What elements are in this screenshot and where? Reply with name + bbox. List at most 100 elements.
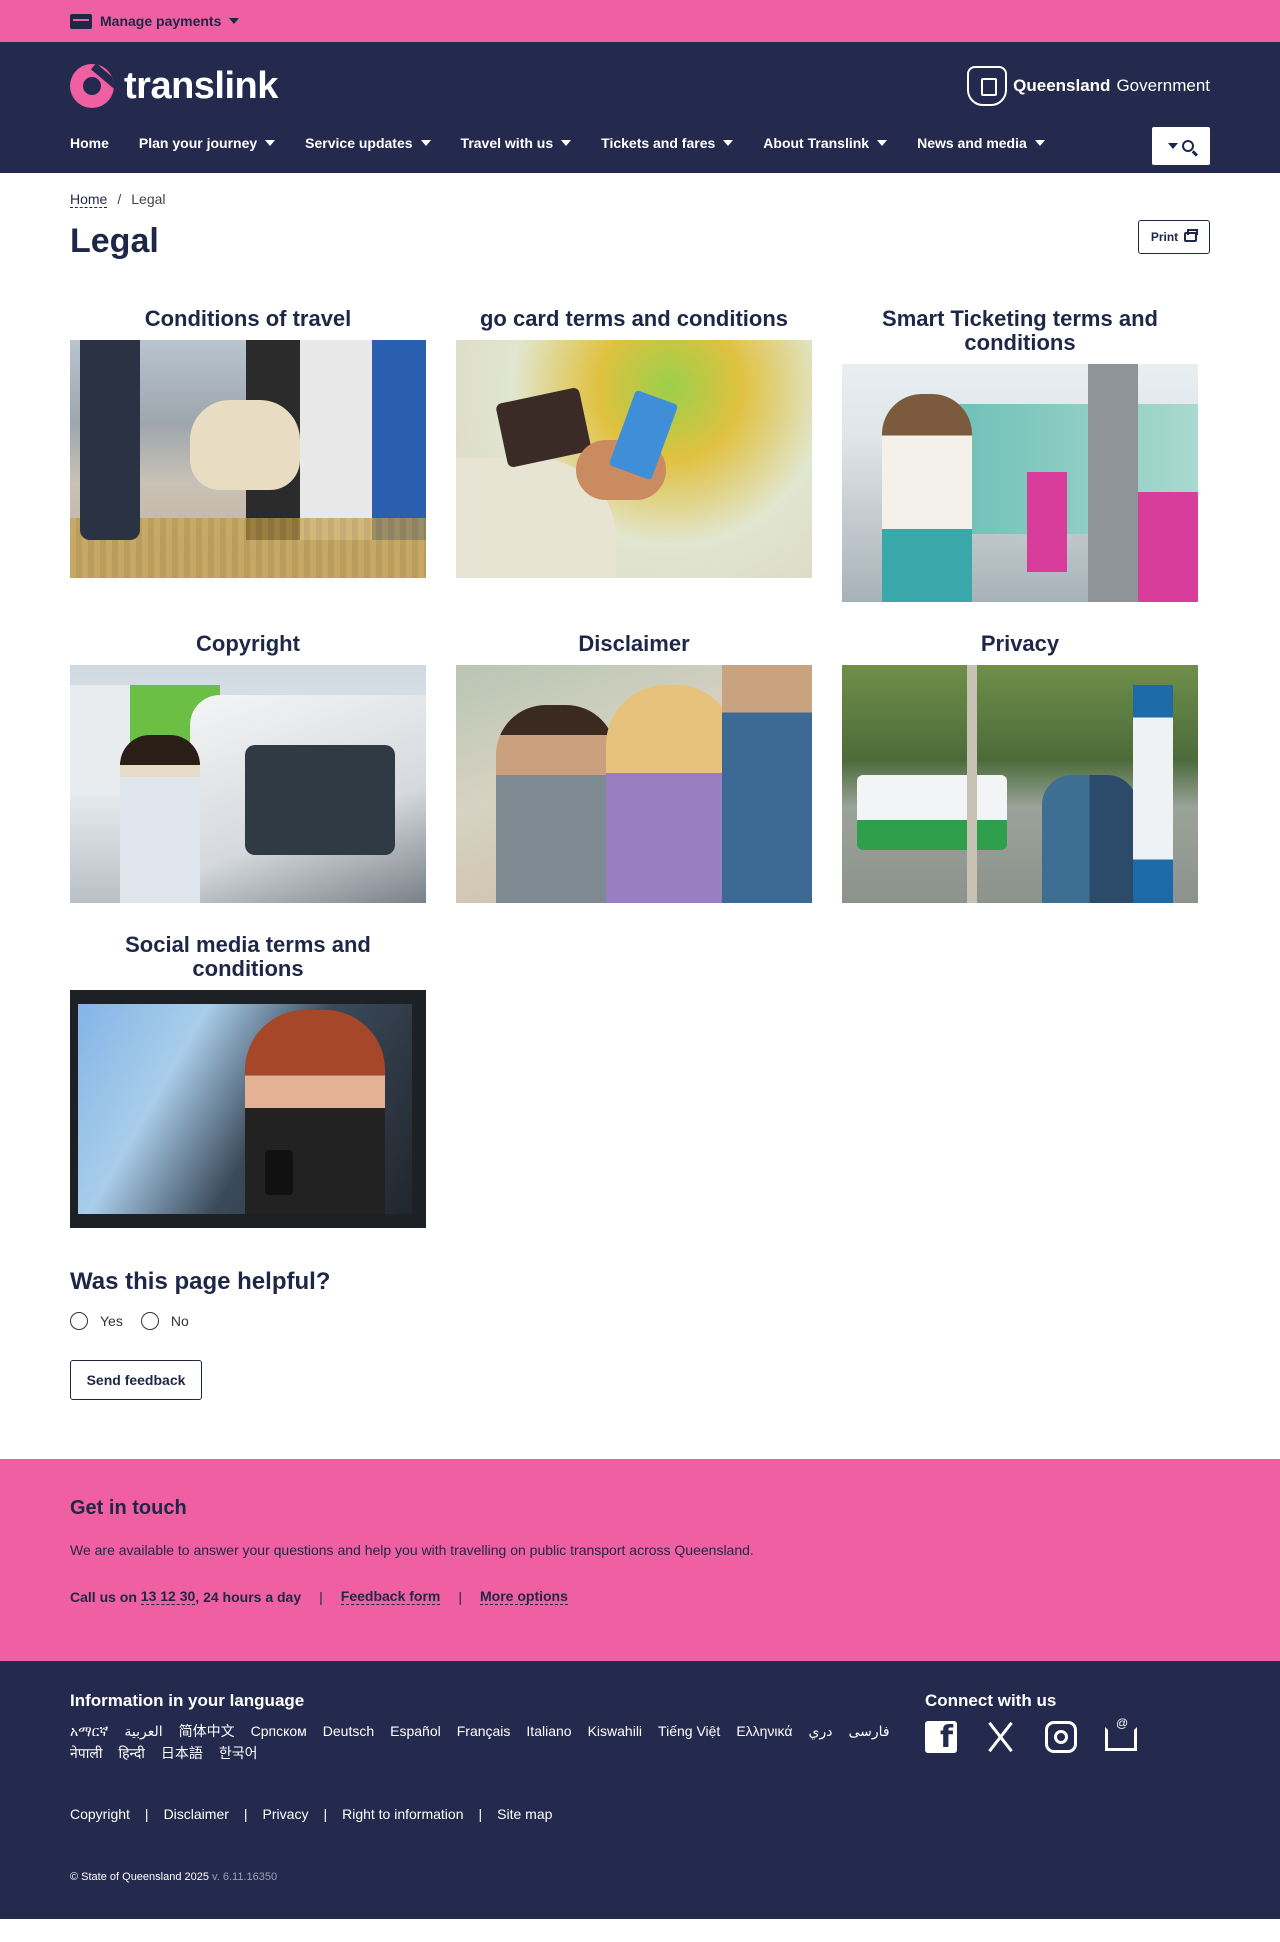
lang-link[interactable]: Deutsch (323, 1721, 374, 1741)
page-header: Legal Print (70, 218, 1210, 280)
footer-link-disclaimer[interactable]: Disclaimer (164, 1806, 229, 1822)
breadcrumb-current: Legal (131, 191, 166, 207)
tile-title: Smart Ticketing terms and conditions (882, 306, 1158, 355)
lang-link[interactable]: नेपाली (70, 1743, 102, 1763)
tile-title: Conditions of travel (144, 306, 352, 331)
chevron-down-icon (265, 140, 276, 146)
lang-link[interactable]: 日本語 (161, 1743, 203, 1763)
lang-link[interactable]: Kiswahili (588, 1721, 642, 1741)
tile-title: Disclaimer (578, 631, 690, 656)
lang-link[interactable]: हिन्दी (118, 1743, 144, 1763)
chevron-down-icon (1034, 140, 1045, 146)
lang-link[interactable]: Italiano (526, 1721, 571, 1741)
lang-link[interactable]: አማርኛ (70, 1721, 108, 1741)
tile-title: go card terms and conditions (479, 306, 789, 331)
page-title: Legal (70, 222, 159, 260)
woman-at-car-image (70, 665, 426, 903)
print-button[interactable]: Print (1138, 220, 1210, 254)
nav-travel-with-us[interactable]: Travel with us (461, 135, 572, 151)
nav-plan-label: Plan your journey (138, 135, 258, 151)
phone-link[interactable]: 13 12 30 (140, 1588, 196, 1605)
yes-radio[interactable] (70, 1312, 88, 1330)
print-label: Print (1150, 230, 1179, 244)
separator: | (323, 1806, 328, 1822)
tile-disclaimer[interactable]: Disclaimer (456, 632, 812, 903)
feedback-form-link[interactable]: Feedback form (340, 1588, 441, 1605)
lang-link[interactable]: Tiếng Việt (658, 1721, 720, 1741)
search-icon (1182, 140, 1194, 152)
language-heading: Information in your language (70, 1691, 305, 1710)
lang-link[interactable]: العربية (124, 1721, 162, 1741)
get-in-touch-text: We are available to answer your question… (70, 1542, 754, 1558)
manage-payments-button[interactable]: Manage payments (70, 13, 240, 29)
tile-go-card-terms[interactable]: go card terms and conditions (456, 307, 812, 602)
friends-smiling-image (456, 665, 812, 903)
facebook-icon[interactable] (925, 1720, 957, 1755)
x-twitter-icon[interactable] (985, 1721, 1017, 1753)
lang-link[interactable]: Español (390, 1721, 441, 1741)
nav-travel-label: Travel with us (460, 135, 554, 151)
nav-news-and-media[interactable]: News and media (917, 135, 1045, 151)
tile-copyright[interactable]: Copyright (70, 632, 426, 903)
send-feedback-button[interactable]: Send feedback (70, 1360, 202, 1400)
nav-tickets-and-fares[interactable]: Tickets and fares (601, 135, 734, 151)
nav-home[interactable]: Home (70, 135, 109, 151)
instagram-icon[interactable] (1045, 1721, 1077, 1753)
lang-link[interactable]: Français (457, 1721, 511, 1741)
lang-link[interactable]: Ελληνικά (736, 1721, 792, 1741)
separator: | (243, 1806, 248, 1822)
separator: | (458, 1588, 462, 1605)
no-radio[interactable] (140, 1312, 159, 1330)
feedback-options: Yes No (70, 1312, 1210, 1330)
call-prefix: Call us on (70, 1588, 137, 1605)
nav-home-label: Home (70, 135, 109, 151)
lang-link[interactable]: 简体中文 (179, 1721, 235, 1741)
breadcrumb: Home / Legal (70, 173, 1210, 208)
logo-text: translink (124, 64, 278, 107)
nav-plan-your-journey[interactable]: Plan your journey (138, 135, 276, 151)
legal-tiles: Conditions of travel go card terms and c… (70, 307, 1210, 1258)
tile-smart-ticketing-terms[interactable]: Smart Ticketing terms and conditions (842, 307, 1198, 602)
more-options-link[interactable]: More options (480, 1588, 568, 1605)
chevron-down-icon (723, 140, 734, 146)
nav-about-label: About Translink (763, 135, 870, 151)
site-footer: Information in your language አማርኛ العربي… (0, 1661, 1280, 1919)
separator: | (319, 1588, 323, 1605)
connect-heading: Connect with us (925, 1691, 1057, 1710)
yes-label[interactable]: Yes (100, 1313, 123, 1329)
site-header: translink Queensland Government Home Pla… (0, 42, 1280, 173)
tile-conditions-of-travel[interactable]: Conditions of travel (70, 307, 426, 602)
chevron-down-icon (229, 18, 240, 24)
lang-link[interactable]: 한국어 (219, 1743, 258, 1763)
main-nav: Home Plan your journey Service updates T… (70, 135, 1075, 151)
guide-dog-boarding-bus-image (70, 340, 426, 578)
queensland-government-logo[interactable]: Queensland Government (967, 66, 1210, 106)
lang-link[interactable]: دري (808, 1721, 832, 1741)
footer-link-privacy[interactable]: Privacy (263, 1806, 309, 1822)
breadcrumb-home-link[interactable]: Home (70, 191, 108, 208)
get-in-touch-section: Get in touch We are available to answer … (0, 1459, 1280, 1661)
lang-link[interactable]: Српском (251, 1721, 307, 1741)
nav-service-updates[interactable]: Service updates (305, 135, 431, 151)
search-button[interactable] (1152, 127, 1210, 165)
footer-link-copyright[interactable]: Copyright (70, 1806, 130, 1822)
call-suffix: , 24 hours a day (195, 1588, 302, 1605)
email-newsletter-icon[interactable] (1105, 1716, 1137, 1751)
coat-of-arms-icon (967, 66, 1008, 106)
chevron-down-icon (420, 140, 431, 146)
credit-card-icon (70, 13, 92, 29)
footer-link-site-map[interactable]: Site map (497, 1806, 552, 1822)
lang-link[interactable]: فارسی (848, 1721, 889, 1741)
no-label[interactable]: No (171, 1313, 189, 1329)
nav-about-translink[interactable]: About Translink (763, 135, 888, 151)
translink-logo[interactable]: translink (70, 64, 278, 108)
tile-privacy[interactable]: Privacy (842, 632, 1198, 903)
chevron-down-icon (1168, 143, 1178, 149)
tile-social-media-terms[interactable]: Social media terms and conditions (70, 933, 426, 1228)
manage-payments-label: Manage payments (100, 13, 222, 29)
footer-link-right-to-information[interactable]: Right to information (342, 1806, 463, 1822)
go-card-in-hand-image (456, 340, 812, 578)
copyright-text: © State of Queensland 2025 (70, 1871, 209, 1883)
language-links: አማርኛ العربية 简体中文 Српском Deutsch Españo… (70, 1721, 890, 1763)
printer-icon (1184, 229, 1199, 242)
